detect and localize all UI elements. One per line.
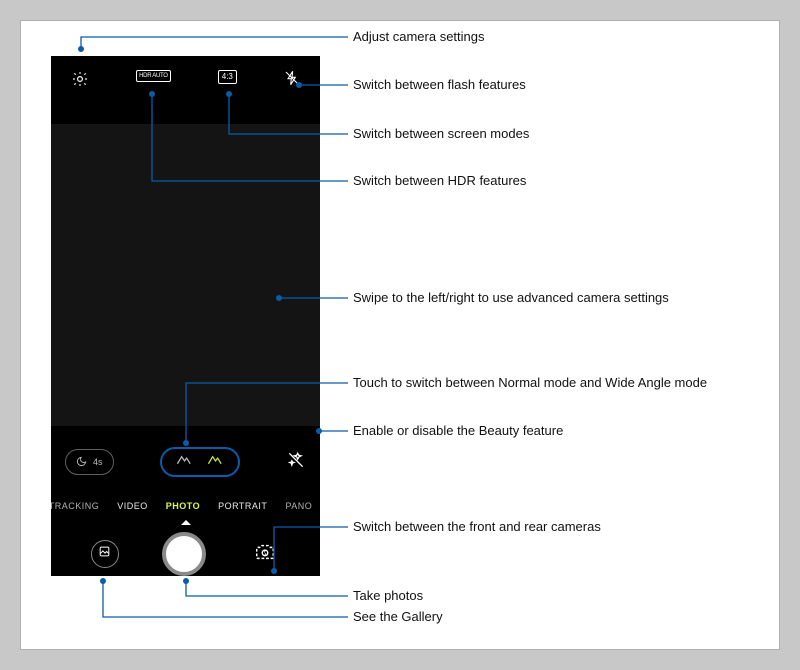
- beauty-toggle-icon[interactable]: [286, 450, 306, 475]
- camera-modes-row[interactable]: TRACKING VIDEO PHOTO PORTRAIT PANO: [51, 494, 320, 518]
- timer-pill[interactable]: 4s: [65, 449, 114, 475]
- mode-video[interactable]: VIDEO: [117, 501, 148, 511]
- mode-pano[interactable]: PANO: [285, 501, 312, 511]
- switch-camera-button[interactable]: [250, 539, 280, 569]
- switch-camera-icon: [254, 541, 276, 568]
- lens-mode-toggle[interactable]: [160, 447, 240, 477]
- wide-lens-icon: [207, 453, 224, 471]
- lens-options-row: 4s: [51, 444, 320, 480]
- callout-gallery: See the Gallery: [353, 609, 443, 624]
- callout-beauty: Enable or disable the Beauty feature: [353, 423, 563, 438]
- callout-hdr: Switch between HDR features: [353, 173, 526, 188]
- mode-portrait[interactable]: PORTRAIT: [218, 501, 267, 511]
- shutter-button[interactable]: [162, 532, 206, 576]
- mode-tracking[interactable]: TRACKING: [51, 501, 99, 511]
- callout-wide-angle: Touch to switch between Normal mode and …: [353, 375, 707, 390]
- camera-viewfinder[interactable]: [51, 124, 320, 426]
- camera-bottom-row: [51, 532, 320, 576]
- mode-photo[interactable]: PHOTO: [166, 501, 200, 511]
- mode-indicator-arrow-icon: [181, 520, 191, 525]
- moon-icon: [76, 456, 87, 469]
- callout-swipe: Swipe to the left/right to use advanced …: [353, 290, 669, 305]
- ratio-label: 4:3: [222, 72, 233, 81]
- callout-take-photos: Take photos: [353, 588, 423, 603]
- callout-flash: Switch between flash features: [353, 77, 526, 92]
- gear-icon[interactable]: [71, 70, 89, 93]
- hdr-label: HDR AUTO: [139, 73, 168, 79]
- callout-screen-modes: Switch between screen modes: [353, 126, 529, 141]
- hdr-icon[interactable]: HDR AUTO: [136, 70, 171, 82]
- callout-settings: Adjust camera settings: [353, 29, 485, 44]
- phone-screenshot: HDR AUTO 4:3 4s: [51, 56, 320, 576]
- aspect-ratio-icon[interactable]: 4:3: [218, 70, 237, 84]
- normal-lens-icon: [176, 453, 193, 471]
- gallery-icon: [98, 545, 111, 563]
- callout-switch-cam: Switch between the front and rear camera…: [353, 519, 601, 534]
- timer-label: 4s: [93, 457, 103, 467]
- gallery-button[interactable]: [91, 540, 119, 568]
- flash-off-icon[interactable]: [284, 70, 300, 91]
- diagram-page: HDR AUTO 4:3 4s: [20, 20, 780, 650]
- camera-top-bar: HDR AUTO 4:3: [51, 56, 320, 124]
